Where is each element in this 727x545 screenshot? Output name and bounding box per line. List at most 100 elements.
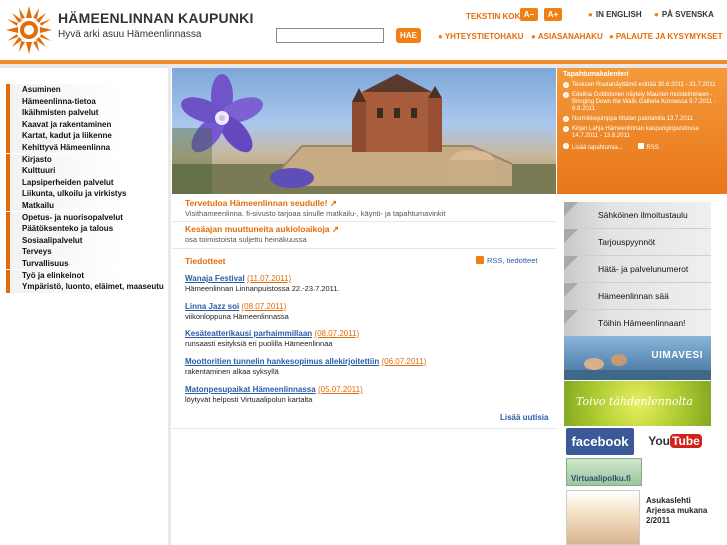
- text-size-decrease-button[interactable]: A−: [520, 8, 538, 21]
- summer-hours-text: osa toimistoista suljettu heinäkuussa: [185, 235, 307, 244]
- toivo-label: Toivo tähdenlennolta: [576, 395, 693, 408]
- nav-item-lapsiperheet[interactable]: Lapsiperheiden palvelut: [6, 176, 168, 189]
- lang-swedish-label: PÅ SVENSKA: [661, 10, 714, 19]
- event-text: Kirjan Lahja Hämeenlinnan kaupunginpuist…: [572, 126, 699, 139]
- nav-item-kirjasto[interactable]: Kirjasto: [6, 153, 168, 166]
- news-headline-link[interactable]: Linna Jazz soi: [185, 302, 239, 311]
- news-headline-link[interactable]: Wanaja Festival: [185, 274, 245, 283]
- nav-item-ikaihmisten-palvelut[interactable]: Ikäihmisten palvelut: [6, 107, 168, 119]
- virtuaalipolku-banner[interactable]: Virtuaalipolku.fi: [566, 458, 642, 486]
- rss-icon: [476, 256, 484, 264]
- text-size-increase-button[interactable]: A+: [544, 8, 562, 21]
- nav-item-ymparisto[interactable]: Ympäristö, luonto, eläimet, maaseutu: [6, 281, 168, 293]
- events-more-link[interactable]: Lisää tapahtumia...: [572, 145, 623, 151]
- events-rss-label: RSS: [646, 145, 659, 151]
- uimavesi-banner[interactable]: UIMAVESI: [564, 336, 711, 380]
- news-description: löytyvät helposti Virtuaalipolun kartalt…: [185, 395, 313, 404]
- virtuaalipolku-label: Virtuaalipolku.fi: [571, 474, 631, 483]
- news-headline-link[interactable]: Kesäteatterikausi parhaimmillaan: [185, 329, 312, 338]
- news-rss-label: RSS, tiedotteet: [487, 256, 538, 265]
- sidebar-button-weather[interactable]: Hämeenlinnan sää: [564, 283, 711, 310]
- keyword-search-link[interactable]: ● ASIASANAHAKU: [531, 32, 603, 41]
- magazine-cover-image[interactable]: [566, 490, 640, 545]
- summer-hours-link[interactable]: Kesäajan muuttuneita aukioloaikoja ↗: [185, 224, 339, 235]
- welcome-text: Visithameenlinna. fi-sivusto tarjoaa sin…: [185, 209, 446, 218]
- corner-icon: [564, 283, 578, 297]
- event-item[interactable]: › Nurmikkojumppa Iittalan palotalolla 13.…: [563, 116, 721, 123]
- sidebar-button-emergency-numbers[interactable]: Hätä- ja palvelunumerot: [564, 256, 711, 283]
- arrow-icon: ›: [563, 143, 569, 149]
- lang-english-label: IN ENGLISH: [595, 10, 642, 19]
- contact-search-link[interactable]: ● YHTEYSTIETOHAKU: [438, 32, 523, 41]
- contact-search-label: YHTEYSTIETOHAKU: [444, 32, 524, 41]
- page: HÄMEENLINNAN KAUPUNKI Hyvä arki asuu Häm…: [0, 0, 727, 545]
- sidebar-button-label: Hätä- ja palvelunumerot: [598, 264, 689, 274]
- news-item: Wanaja Festival (11.07.2011) Hämeenlinna…: [185, 274, 545, 293]
- nav-item-terveys[interactable]: Terveys: [6, 246, 168, 258]
- external-link-icon: ↗: [329, 198, 337, 208]
- magazine-link[interactable]: Asukaslehti Arjessa mukana 2/2011: [646, 496, 718, 526]
- feedback-link[interactable]: ● PALAUTE JA KYSYMYKSET: [609, 32, 723, 41]
- lang-english-link[interactable]: ● IN ENGLISH: [588, 10, 642, 19]
- events-rss-link[interactable]: RSS: [638, 143, 659, 151]
- more-news-link[interactable]: Lisää uutisia: [500, 413, 548, 422]
- news-item: Moottoritien tunnelin hankesopimus allek…: [185, 357, 545, 376]
- welcome-title: Tervetuloa Hämeenlinnan seudulle!: [185, 198, 328, 208]
- nav-item-liikunta[interactable]: Liikunta, ulkoilu ja virkistys: [6, 188, 168, 200]
- corner-icon: [564, 310, 578, 324]
- event-item[interactable]: › Teoksen Ruutanäyttämö esittää 30.6.2011…: [563, 82, 721, 89]
- event-item[interactable]: › Kirjan Lahja Hämeenlinnan kaupunginpuis…: [563, 126, 721, 140]
- feedback-label: PALAUTE JA KYSYMYKSET: [615, 32, 723, 41]
- nav-item-sosiaalipalvelut[interactable]: Sosiaalipalvelut: [6, 234, 168, 247]
- sidebar-button-bulletin-board[interactable]: Sähköinen ilmoitustaulu: [564, 202, 711, 229]
- nav-item-paatoksenteko[interactable]: Päätöksenteko ja talous: [6, 223, 168, 235]
- rss-icon: [638, 143, 645, 149]
- nav-item-tyo[interactable]: Työ ja elinkeinot: [6, 269, 168, 281]
- nav-item-kehittyva[interactable]: Kehittyvä Hämeenlinna: [6, 141, 168, 154]
- youtube-link[interactable]: You Tube: [646, 428, 704, 455]
- sidebar-button-label: Sähköinen ilmoitustaulu: [598, 210, 688, 220]
- city-logo-icon[interactable]: [4, 4, 54, 56]
- search-button[interactable]: HAE: [396, 28, 421, 43]
- nav-item-matkailu[interactable]: Matkailu: [6, 199, 168, 212]
- news-date: (08.07.2011): [314, 329, 360, 338]
- news-headline-link[interactable]: Matonpesupaikat Hämeenlinnassa: [185, 385, 316, 394]
- sidebar-button-label: Hämeenlinnan sää: [598, 291, 669, 301]
- events-title[interactable]: Tapahtumakalenteri: [563, 71, 721, 78]
- arrow-icon: ›: [563, 92, 569, 98]
- uimavesi-label: UIMAVESI: [651, 350, 703, 361]
- nav-item-kartat[interactable]: Kartat, kadut ja liikenne: [6, 130, 168, 142]
- facebook-link[interactable]: facebook: [566, 428, 634, 455]
- news-headline-link[interactable]: Moottoritien tunnelin hankesopimus allek…: [185, 357, 379, 366]
- brand-title[interactable]: HÄMEENLINNAN KAUPUNKI: [58, 10, 254, 26]
- event-text: Nurmikkojumppa Iittalan palotalolla 13.7…: [572, 116, 693, 122]
- corner-icon: [564, 229, 578, 243]
- nav-item-kulttuuri[interactable]: Kulttuuri: [6, 165, 168, 177]
- nav-item-turvallisuus[interactable]: Turvallisuus: [6, 257, 168, 270]
- nav-item-kaavat[interactable]: Kaavat ja rakentaminen: [6, 118, 168, 131]
- toivo-banner[interactable]: Toivo tähdenlennolta: [564, 381, 711, 426]
- bullet-icon: ●: [531, 32, 536, 41]
- bullet-icon: ●: [609, 32, 614, 41]
- search-input[interactable]: [276, 28, 384, 43]
- keyword-search-label: ASIASANAHAKU: [537, 32, 603, 41]
- news-date: (06.07.2011): [381, 357, 427, 366]
- sidebar-button-tenders[interactable]: Tarjouspyynnöt: [564, 229, 711, 256]
- news-description: Hämeenlinnan Linnanpuistossa 22.-23.7.20…: [185, 284, 340, 293]
- event-text: Edelina Goldstonen näytely Maurien muist…: [572, 92, 716, 112]
- news-item: Kesäteatterikausi parhaimmillaan (08.07.…: [185, 329, 545, 348]
- nav-item-opetus[interactable]: Opetus- ja nuorisopalvelut: [6, 211, 168, 224]
- external-link-icon: ↗: [331, 224, 340, 234]
- event-item[interactable]: › Edelina Goldstonen näytely Maurien muis…: [563, 92, 721, 113]
- sidebar-button-jobs[interactable]: Töihin Hämeenlinnaan!: [564, 310, 711, 337]
- nav-item-asuminen[interactable]: Asuminen: [6, 84, 168, 96]
- lang-swedish-link[interactable]: ● PÅ SVENSKA: [654, 10, 714, 19]
- bullet-icon: ●: [588, 10, 593, 19]
- corner-icon: [564, 256, 578, 270]
- nav-item-hameenlinna-tietoa[interactable]: Hämeenlinna-tietoa: [6, 95, 168, 108]
- youtube-you: You: [648, 434, 670, 448]
- news-rss-link[interactable]: RSS, tiedotteet: [476, 256, 537, 265]
- bullet-icon: ●: [438, 32, 443, 41]
- news-item: Matonpesupaikat Hämeenlinnassa (05.07.20…: [185, 385, 545, 404]
- welcome-link[interactable]: Tervetuloa Hämeenlinnan seudulle! ↗: [185, 198, 337, 209]
